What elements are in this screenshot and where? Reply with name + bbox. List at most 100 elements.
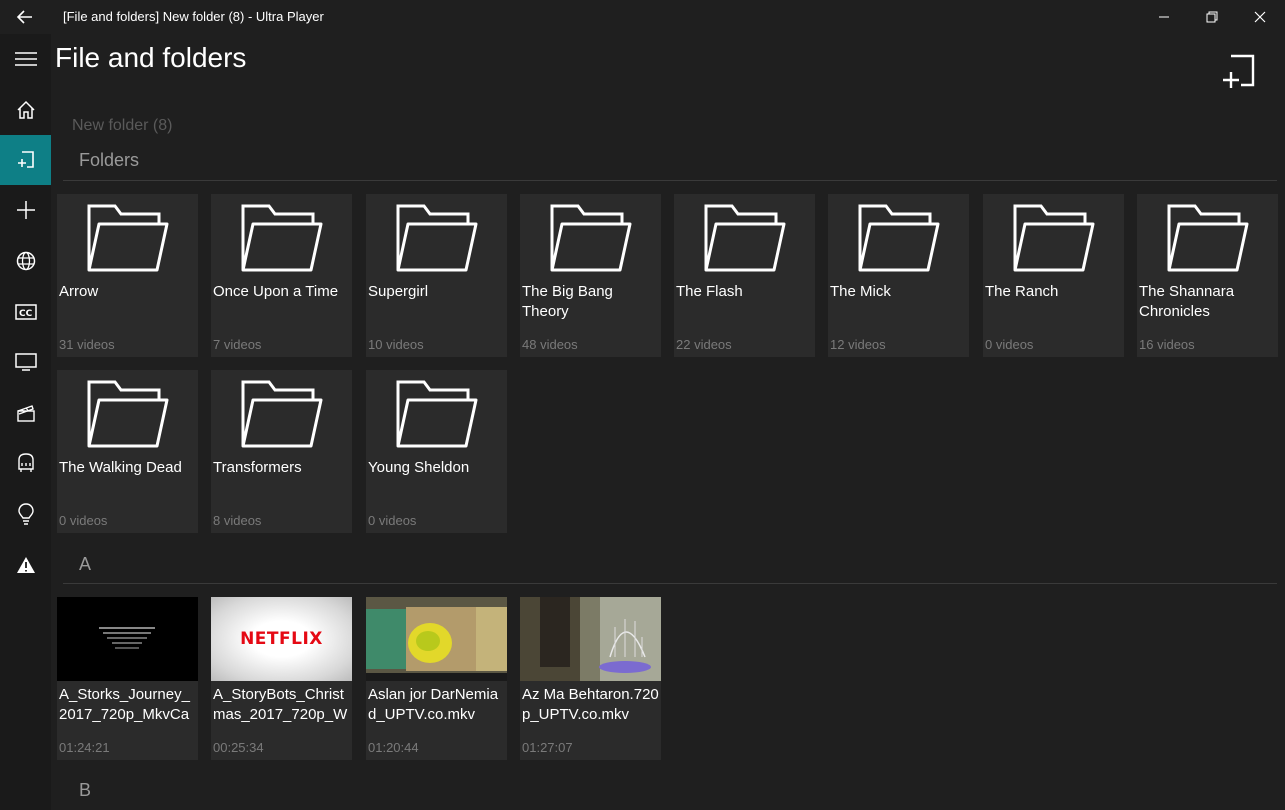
folder-name: The Flash (676, 283, 743, 300)
folder-count: 10 videos (368, 337, 424, 352)
folder-name: The Shannara Chronicles (1139, 283, 1235, 320)
video-name: A_StoryBots_Christmas_2017_720p_WEB (213, 686, 348, 723)
thumbnail-credits-graphic (99, 627, 155, 649)
folder-count: 8 videos (213, 513, 262, 528)
group-a-heading: A (79, 554, 92, 574)
folder-name: Once Upon a Time (213, 283, 339, 300)
title-bar: [File and folders] New folder (8) - Ultr… (0, 0, 1285, 34)
thumbnail-scene-graphic (520, 597, 661, 681)
folder-name: The Mick (830, 283, 891, 300)
folder-count: 0 videos (59, 513, 108, 528)
warning-icon (16, 557, 35, 573)
breadcrumb[interactable]: New folder (8) (72, 117, 172, 135)
folder-icon (550, 204, 632, 272)
nav-robot[interactable] (0, 438, 51, 488)
clapperboard-icon (16, 405, 35, 422)
folders-heading: Folders (79, 150, 140, 170)
folder-icon (704, 204, 786, 272)
folder-name: The Big Bang Theory (522, 283, 613, 320)
sidebar: CC (0, 34, 51, 810)
video-tile[interactable]: NETFLIX A_StoryBots_Christmas_2017_720p_… (211, 597, 352, 760)
thumbnail-scene-graphic (366, 597, 507, 681)
nav-network[interactable] (0, 236, 51, 286)
video-duration: 01:24:21 (59, 740, 110, 755)
close-button[interactable] (1237, 0, 1283, 34)
nav-subtitles[interactable]: CC (0, 287, 51, 337)
restore-button[interactable] (1189, 0, 1235, 34)
nav-tv[interactable] (0, 337, 51, 387)
back-button[interactable] (12, 6, 40, 28)
folder-name: Young Sheldon (368, 459, 470, 476)
folder-tile[interactable]: The Shannara Chronicles 16 videos (1137, 194, 1278, 357)
folder-icon (1013, 204, 1095, 272)
folder-icon (858, 204, 940, 272)
lightbulb-icon (17, 503, 34, 525)
nav-files-folders[interactable] (0, 135, 51, 185)
video-duration: 01:27:07 (522, 740, 573, 755)
folder-count: 12 videos (830, 337, 886, 352)
svg-text:CC: CC (19, 309, 33, 319)
minimize-icon (1159, 16, 1169, 18)
video-duration: 01:20:44 (368, 740, 419, 755)
video-thumbnail (366, 597, 507, 681)
restore-icon (1206, 11, 1218, 23)
folder-tile[interactable]: Arrow 31 videos (57, 194, 198, 357)
tv-icon (14, 353, 37, 371)
robot-icon (17, 453, 34, 472)
arrow-left-icon (16, 10, 32, 24)
video-thumbnail (57, 597, 198, 681)
menu-toggle-button[interactable] (0, 34, 51, 84)
folder-count: 0 videos (368, 513, 417, 528)
folder-icon (241, 204, 323, 272)
hamburger-icon (14, 52, 37, 66)
nav-report[interactable] (0, 540, 51, 590)
nav-movies[interactable] (0, 388, 51, 438)
add-folder-icon (1223, 54, 1255, 88)
folder-device-icon (17, 151, 34, 168)
video-thumbnail: NETFLIX (211, 597, 352, 681)
folder-name: Arrow (59, 283, 99, 300)
folder-tile[interactable]: Once Upon a Time 7 videos (211, 194, 352, 357)
add-folder-button[interactable] (1221, 54, 1265, 98)
folder-count: 22 videos (676, 337, 732, 352)
video-tile[interactable]: Aslan jor DarNemiad_UPTV.co.mkv 01:20:44 (366, 597, 507, 760)
divider (63, 583, 1277, 584)
folder-icon (241, 380, 323, 448)
video-duration: 00:25:34 (213, 740, 264, 755)
nav-tips[interactable] (0, 489, 51, 539)
divider (63, 180, 1277, 181)
video-tile[interactable]: Az Ma Behtaron.720p_UPTV.co.mkv 01:27:07 (520, 597, 661, 760)
folder-icon (87, 204, 169, 272)
minimize-button[interactable] (1141, 0, 1187, 34)
home-icon (16, 100, 35, 119)
video-name: Az Ma Behtaron.720p_UPTV.co.mkv (522, 686, 659, 723)
folder-tile[interactable]: The Walking Dead 0 videos (57, 370, 198, 533)
folder-tile[interactable]: The Big Bang Theory 48 videos (520, 194, 661, 357)
folder-tile[interactable]: The Mick 12 videos (828, 194, 969, 357)
folder-icon (396, 380, 478, 448)
folder-tile[interactable]: Young Sheldon 0 videos (366, 370, 507, 533)
window-title: [File and folders] New folder (8) - Ultr… (63, 9, 324, 24)
folder-count: 7 videos (213, 337, 262, 352)
cc-icon: CC (14, 304, 37, 320)
folder-tile[interactable]: The Flash 22 videos (674, 194, 815, 357)
group-b-heading: B (79, 780, 92, 800)
nav-home[interactable] (0, 85, 51, 135)
folder-tile[interactable]: Supergirl 10 videos (366, 194, 507, 357)
folder-tile[interactable]: The Ranch 0 videos (983, 194, 1124, 357)
folder-tile[interactable]: Transformers 8 videos (211, 370, 352, 533)
folder-icon (87, 380, 169, 448)
globe-icon (16, 251, 35, 271)
folder-name: The Ranch (985, 283, 1059, 300)
video-name: A_Storks_Journey_2017_720p_MkvCage (Diba… (59, 686, 190, 723)
folder-name: The Walking Dead (59, 459, 182, 476)
folder-icon (396, 204, 478, 272)
nav-add[interactable] (0, 185, 51, 235)
video-tile[interactable]: A_Storks_Journey_2017_720p_MkvCage (Diba… (57, 597, 198, 760)
close-icon (1254, 11, 1266, 23)
main-content: File and folders New folder (8) Folders … (51, 34, 1285, 810)
folder-name: Supergirl (368, 283, 429, 300)
video-name: Aslan jor DarNemiad_UPTV.co.mkv (368, 686, 499, 723)
folder-name: Transformers (213, 459, 302, 476)
netflix-logo-text: NETFLIX (240, 629, 323, 649)
